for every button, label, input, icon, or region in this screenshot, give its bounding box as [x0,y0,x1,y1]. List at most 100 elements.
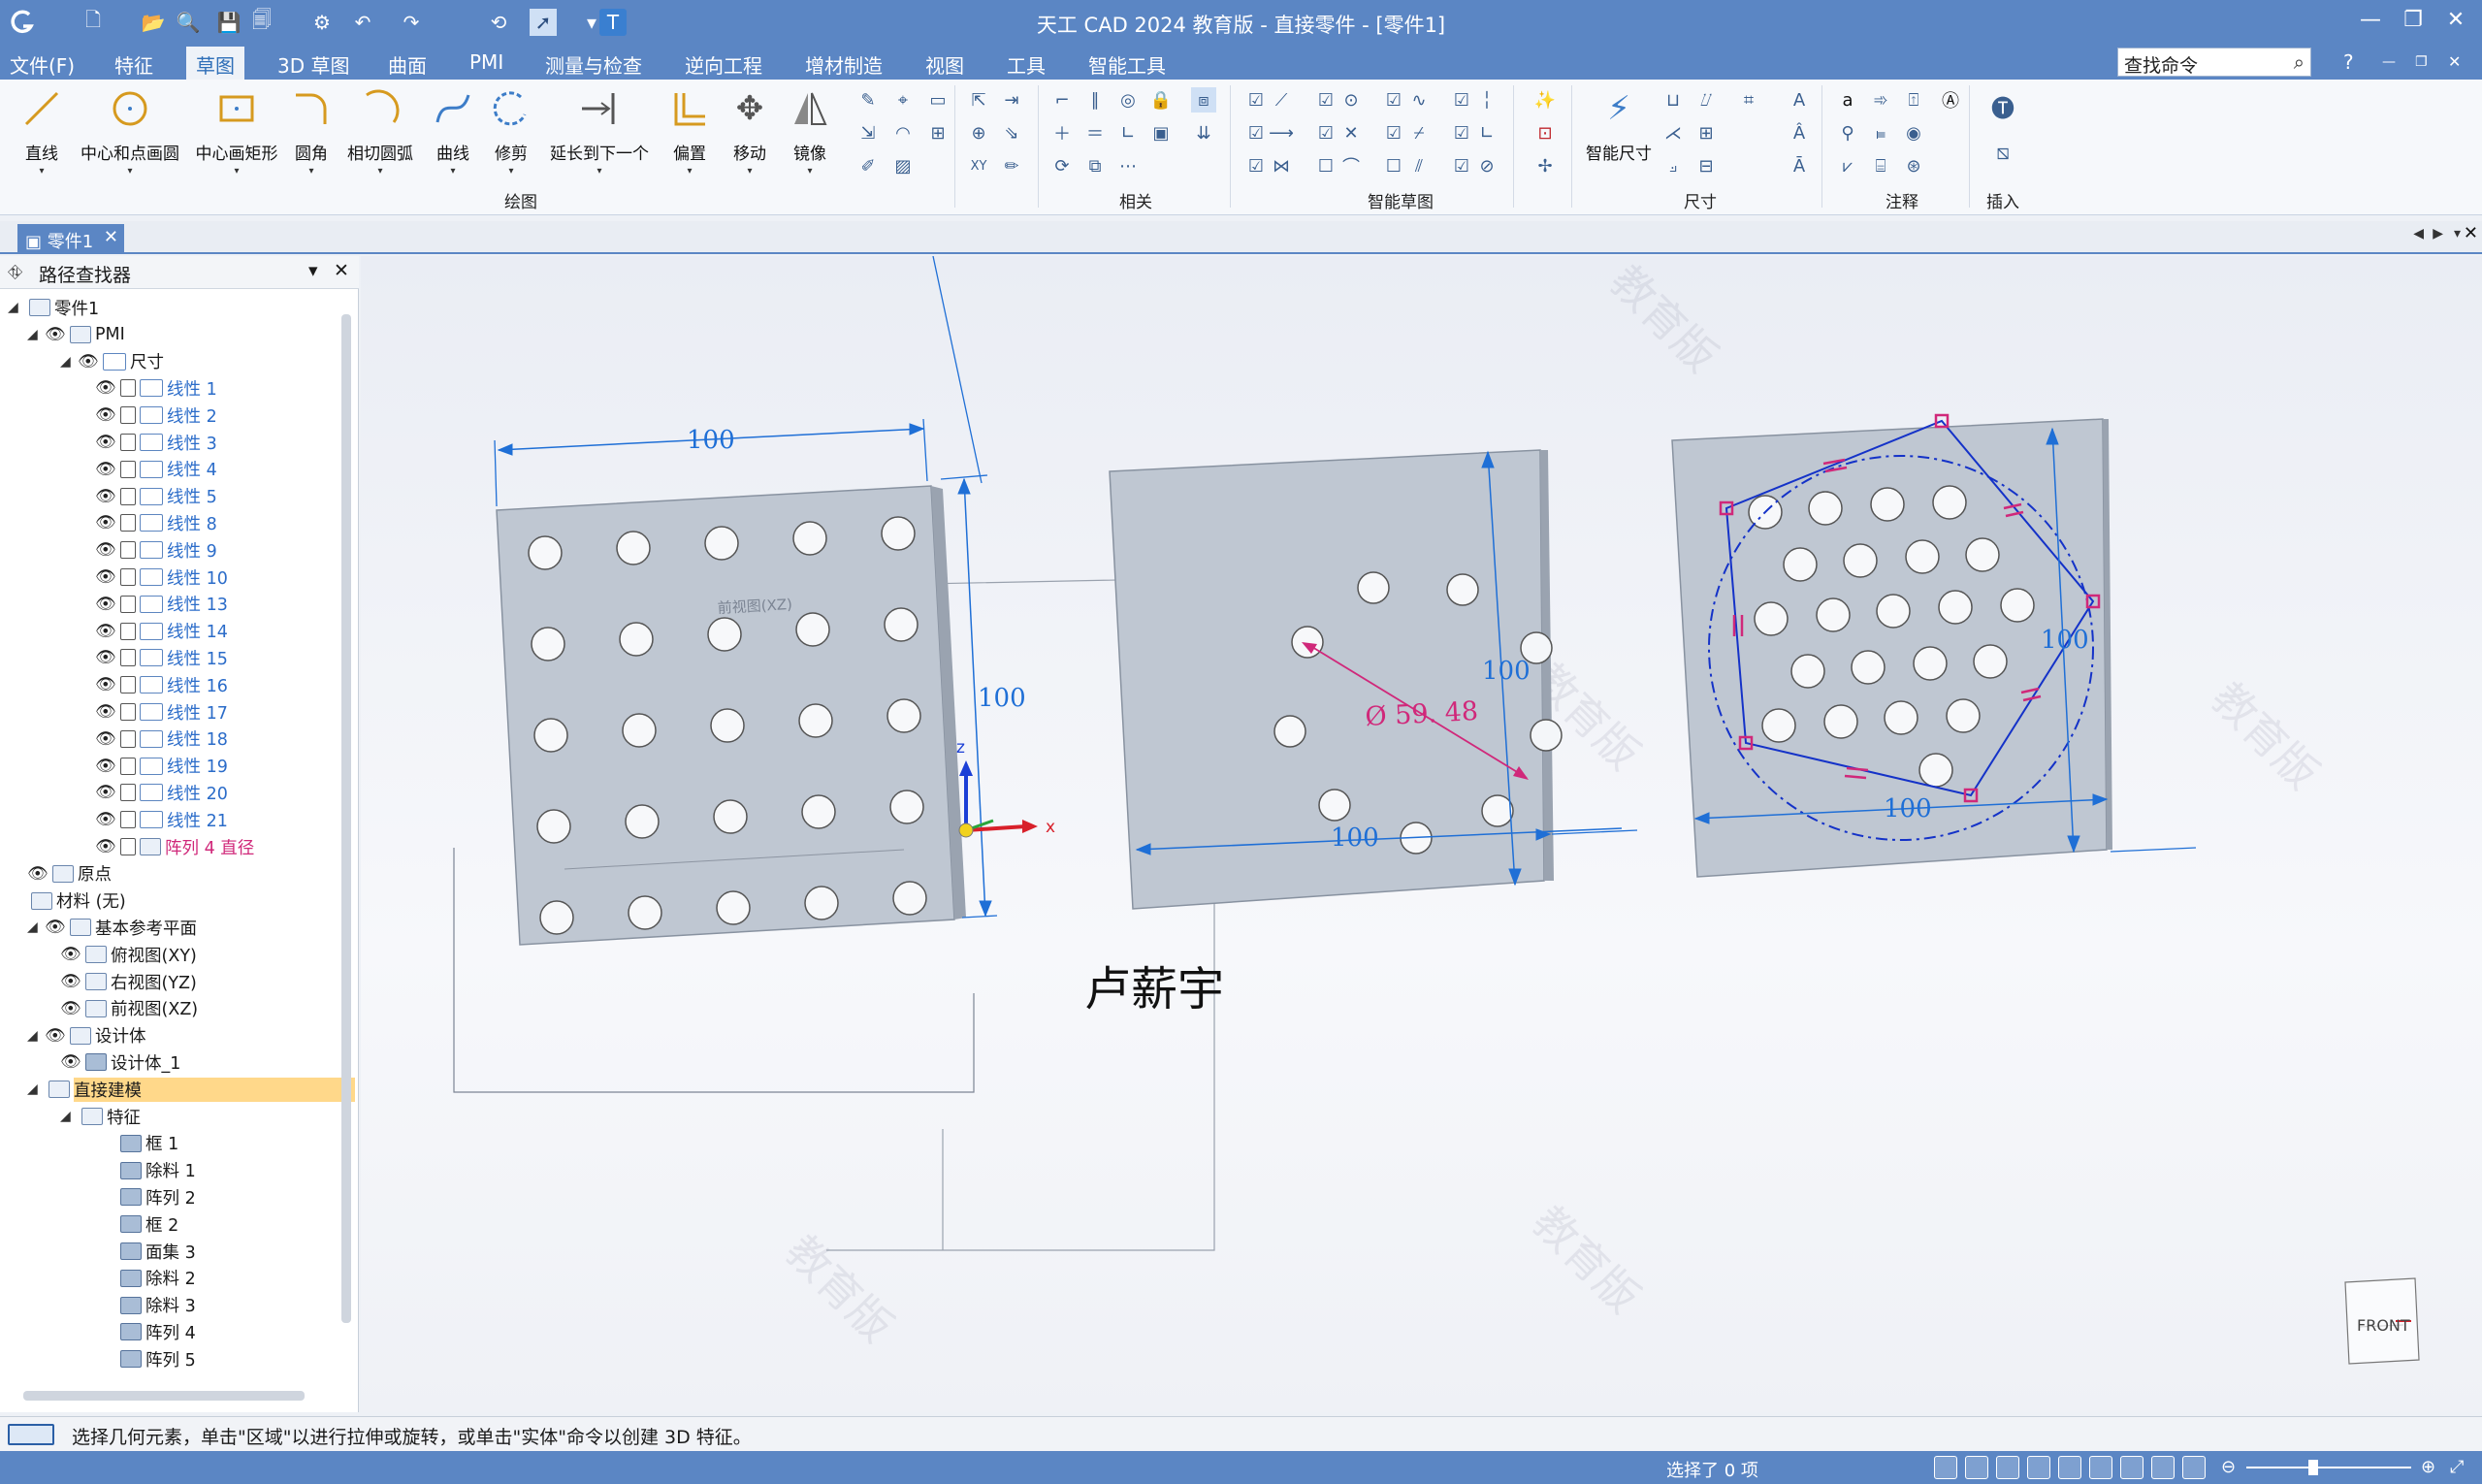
visibility-eye-icon[interactable]: 👁 [45,1026,66,1046]
lock-icon[interactable] [120,487,136,505]
tree-direct-modeling[interactable]: ◢ 直接建模 [27,1077,355,1102]
mini-icon[interactable]: ＋ [1049,120,1075,145]
doc-restore-icon[interactable]: ❐ [2415,54,2428,70]
tab-scroll-right-icon[interactable]: ▶ [2433,226,2443,242]
horizontal-scrollbar[interactable] [23,1391,305,1401]
tab-strip-close-icon[interactable]: ✕ [2464,223,2478,243]
visibility-eye-icon[interactable]: 👁 [95,702,116,722]
pin-icon[interactable]: ▾ [308,260,318,281]
search-input[interactable]: 查找命令 ⌕ [2117,48,2311,77]
visibility-eye-icon[interactable]: 👁 [95,460,116,479]
mini-icon[interactable]: ╎ [1474,87,1499,113]
visibility-eye-icon[interactable]: 👁 [60,999,81,1018]
search-icon[interactable]: ⌕ [2294,50,2305,74]
check-icon[interactable]: ☑ [1243,120,1269,145]
menu-3d-sketch[interactable]: 3D 草图 [277,50,349,79]
lock-icon[interactable] [120,622,136,640]
mini-icon[interactable]: A [1787,87,1812,113]
tree-features-folder[interactable]: ◢ 特征 [60,1104,141,1129]
visibility-eye-icon[interactable]: 👁 [78,352,99,371]
tree-dim-item[interactable]: 👁 线性 5 [95,484,217,509]
trim-tool[interactable]: 修剪 ▾ [487,87,535,177]
zoom-icon[interactable] [1996,1456,2019,1479]
minimize-button[interactable]: — [2351,8,2390,37]
check-icon[interactable]: ☑ [1313,87,1338,113]
mini-icon[interactable]: ⟓ [1660,153,1686,178]
expand-toggle-icon[interactable]: ◢ [60,1109,78,1124]
command-bar-icon[interactable] [8,1424,54,1445]
tree-dim-item[interactable]: 👁 线性 4 [95,457,217,482]
visibility-eye-icon[interactable]: 👁 [95,729,116,749]
lock-icon[interactable] [120,757,136,775]
zoom-slider[interactable] [2246,1467,2411,1468]
fullscreen-icon[interactable]: ⤢ [2450,1457,2464,1477]
tree-feature-item[interactable]: 阵列 4 [116,1319,196,1344]
lock-icon[interactable] [120,379,136,398]
xy-icon[interactable]: XY [966,153,991,178]
lock-icon[interactable] [120,703,136,721]
mini-icon[interactable]: ➾ [1868,87,1893,113]
lock-icon[interactable]: 🔒 [1148,87,1174,113]
mini-icon[interactable]: ⊛ [1901,153,1926,178]
check-icon[interactable]: ☑ [1449,120,1474,145]
mini-icon[interactable]: ⧉ [1082,153,1108,178]
dim-text-width-1[interactable]: 100 [687,426,735,455]
visibility-eye-icon[interactable]: 👁 [95,433,116,452]
check-icon[interactable]: ☑ [1449,87,1474,113]
help-icon[interactable]: ? [2343,50,2354,74]
mini-icon[interactable]: ▨ [890,153,916,178]
menu-view[interactable]: 视图 [925,50,964,79]
lock-icon[interactable] [120,811,136,829]
tree-feature-item[interactable]: 除料 2 [116,1266,196,1291]
mini-icon[interactable]: ✐ [855,153,881,178]
visibility-eye-icon[interactable]: 👁 [95,513,116,532]
panel-close-icon[interactable]: ✕ [334,260,349,281]
mini-icon[interactable]: ⌒ [1338,153,1364,178]
mini-icon[interactable]: ⌗ [1736,87,1761,113]
mini-icon[interactable]: ⌖ [890,87,916,113]
move-tool[interactable]: ✥ 移动 ▾ [725,87,774,177]
color-icon[interactable] [2182,1456,2206,1479]
visibility-eye-icon[interactable]: 👁 [95,810,116,829]
mini-icon[interactable]: ⍐ [1901,87,1926,113]
tree-array-dim[interactable]: 👁 阵列 4 直径 [95,834,254,859]
visibility-eye-icon[interactable]: 👁 [95,675,116,694]
doc-minimize-icon[interactable]: — [2382,54,2396,70]
zoom-slider-thumb[interactable] [2308,1460,2318,1475]
tree-plane-item[interactable]: 👁 俯视图(XY) [60,942,197,967]
visibility-eye-icon[interactable]: 👁 [45,325,66,344]
line-tool[interactable]: 直线 ▾ [17,87,66,177]
mini-icon[interactable]: ✢ [1532,153,1558,178]
lock-icon[interactable] [120,568,136,586]
mini-icon[interactable]: ✨ [1532,87,1558,113]
close-button[interactable]: ✕ [2436,8,2475,37]
document-tab[interactable]: ▣ 零件1 ✕ [17,224,124,254]
mini-icon[interactable]: ⊕ [966,120,991,145]
lock-icon[interactable] [120,595,136,613]
lock-icon[interactable] [120,541,136,560]
mini-icon[interactable]: ▭ [925,87,951,113]
zoom-in-icon[interactable]: ⊕ [2421,1457,2435,1477]
mirror-tool[interactable]: 镜像 ▾ [786,87,834,177]
visibility-eye-icon[interactable]: 👁 [95,405,116,425]
menu-smart-tools[interactable]: 智能工具 [1088,50,1166,79]
menu-reverse[interactable]: 逆向工程 [685,50,762,79]
visibility-eye-icon[interactable]: 👁 [45,918,66,937]
visibility-eye-icon[interactable]: 👁 [95,837,116,856]
mini-icon[interactable]: ⌐ [1049,87,1075,113]
visibility-eye-icon[interactable]: 👁 [95,622,116,641]
render-icon[interactable] [2120,1456,2144,1479]
visibility-eye-icon[interactable]: 👁 [95,378,116,398]
dim-text-height-2[interactable]: 100 [1482,657,1531,686]
mini-icon[interactable]: ⊞ [1693,120,1719,145]
mini-icon[interactable]: ∟ [1474,120,1499,145]
tree-dim-item[interactable]: 👁 线性 13 [95,592,228,617]
expand-toggle-icon[interactable]: ◢ [8,300,25,315]
mini-icon[interactable]: ✎ [855,87,881,113]
dim-text-width-2[interactable]: 100 [1331,823,1379,853]
author-text[interactable]: 卢薪宇 [1084,962,1224,1016]
tree-plane-item[interactable]: 👁 右视图(YZ) [60,969,197,994]
mini-icon[interactable]: ∥ [1082,87,1108,113]
tree-dim-item[interactable]: 👁 线性 1 [95,375,217,401]
mini-icon[interactable]: ⇘ [999,120,1024,145]
